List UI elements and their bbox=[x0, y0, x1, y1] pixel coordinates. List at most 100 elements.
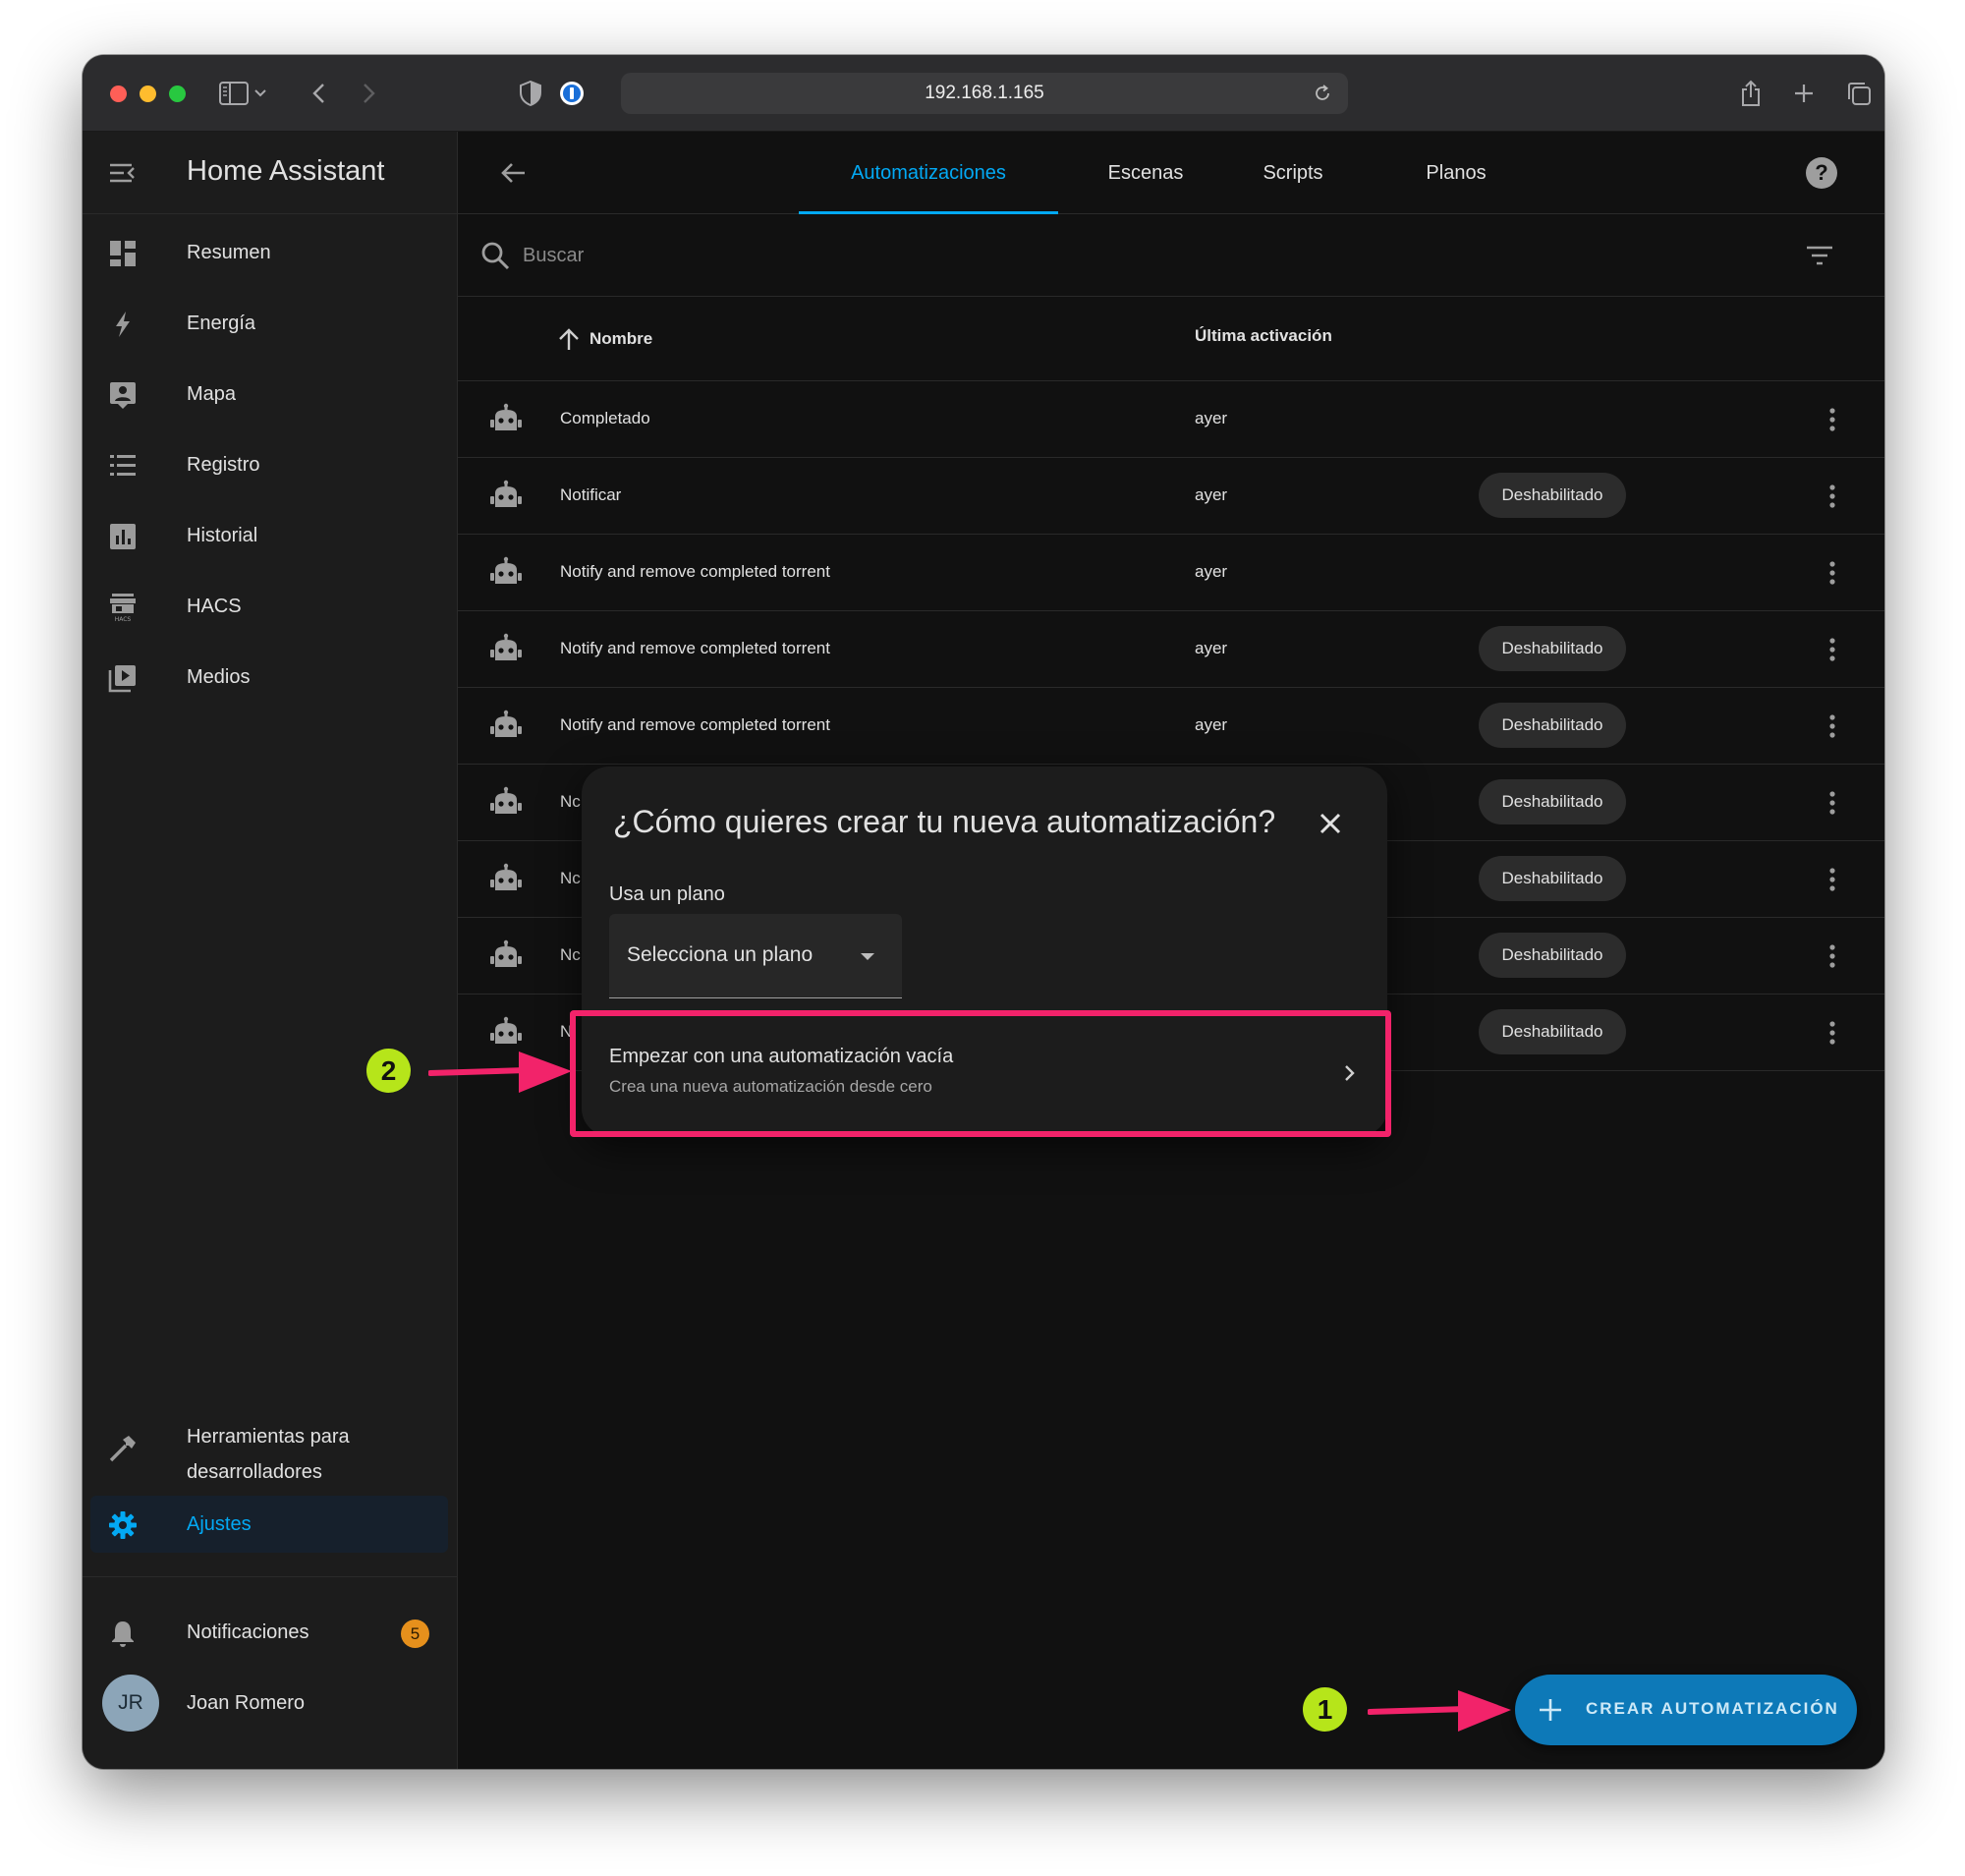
sidebar-item-developer-tools[interactable]: Herramientas para desarrolladores bbox=[90, 1407, 448, 1490]
automation-name: Notificar bbox=[560, 485, 622, 504]
table-row[interactable]: Completado ayer bbox=[458, 381, 1884, 458]
sidebar-item-ajustes[interactable]: Ajustes bbox=[90, 1496, 448, 1553]
last-triggered: ayer bbox=[1195, 485, 1228, 504]
last-triggered: ayer bbox=[1195, 639, 1228, 657]
automation-name: Nc bbox=[560, 792, 581, 811]
step-badge-1: 1 bbox=[1303, 1687, 1347, 1732]
status-badge: Deshabilitado bbox=[1479, 933, 1626, 978]
robot-icon bbox=[489, 480, 523, 513]
table-row[interactable]: Notificar ayer Deshabilitado bbox=[458, 458, 1884, 535]
search-input[interactable] bbox=[523, 236, 1407, 275]
more-vertical-icon[interactable] bbox=[1819, 483, 1846, 510]
filter-icon[interactable] bbox=[1804, 240, 1835, 271]
tab-automatizaciones[interactable]: Automatizaciones bbox=[799, 132, 1058, 214]
help-icon[interactable]: ? bbox=[1806, 157, 1837, 189]
more-vertical-icon[interactable] bbox=[1819, 1019, 1846, 1047]
lightning-icon bbox=[108, 310, 138, 339]
more-vertical-icon[interactable] bbox=[1819, 636, 1846, 663]
column-header-nombre[interactable]: Nombre bbox=[556, 326, 652, 352]
list-icon bbox=[108, 451, 138, 481]
sidebar-divider bbox=[83, 1576, 458, 1577]
highlight-box bbox=[570, 1010, 1391, 1137]
sidebar-item-label: Registro bbox=[187, 453, 260, 476]
browser-toolbar: 192.168.1.165 bbox=[83, 55, 1884, 132]
dialog-title: ¿Cómo quieres crear tu nueva automatizac… bbox=[613, 804, 1276, 839]
sidebar-item-profile[interactable]: JR Joan Romero bbox=[90, 1675, 448, 1732]
blueprint-select[interactable]: Selecciona un plano bbox=[609, 914, 902, 998]
sidebar-item-mapa[interactable]: Mapa bbox=[90, 366, 448, 423]
hammer-icon bbox=[108, 1434, 138, 1463]
more-vertical-icon[interactable] bbox=[1819, 866, 1846, 893]
tab-escenas[interactable]: Escenas bbox=[1077, 132, 1214, 214]
shield-icon[interactable] bbox=[513, 76, 548, 111]
sidebar-item-medios[interactable]: Medios bbox=[90, 649, 448, 706]
sidebar-item-label: Notificaciones bbox=[187, 1620, 309, 1643]
column-label: Última activación bbox=[1195, 326, 1332, 345]
status-badge: Deshabilitado bbox=[1479, 626, 1626, 671]
automation-name: Notify and remove completed torrent bbox=[560, 715, 830, 734]
notifications-count-badge: 5 bbox=[401, 1620, 429, 1648]
search-icon bbox=[479, 240, 511, 271]
address-bar[interactable]: 192.168.1.165 bbox=[621, 73, 1348, 114]
last-triggered: ayer bbox=[1195, 562, 1228, 581]
new-tab-icon[interactable] bbox=[1786, 76, 1822, 111]
sidebar-item-label: Herramientas para desarrolladores bbox=[187, 1419, 350, 1490]
sidebar: Home Assistant Resumen Energía Mapa Regi… bbox=[83, 132, 458, 1769]
robot-icon bbox=[489, 939, 523, 973]
map-account-icon bbox=[108, 380, 138, 410]
reload-icon[interactable] bbox=[1307, 78, 1338, 109]
step-badge-2: 2 bbox=[366, 1049, 411, 1093]
create-automation-label: CREAR AUTOMATIZACIÓN bbox=[1586, 1699, 1839, 1718]
sidebar-item-label: HACS bbox=[187, 595, 242, 617]
minimize-window-button[interactable] bbox=[140, 85, 156, 102]
sidebar-item-label: Resumen bbox=[187, 241, 271, 263]
sidebar-item-hacs[interactable]: HACS HACS bbox=[90, 578, 448, 635]
sidebar-item-label: Mapa bbox=[187, 382, 237, 405]
more-vertical-icon[interactable] bbox=[1819, 942, 1846, 970]
share-icon[interactable] bbox=[1733, 76, 1768, 111]
url-text: 192.168.1.165 bbox=[925, 83, 1044, 103]
sidebar-toggle-icon[interactable] bbox=[216, 76, 252, 111]
chevron-down-icon[interactable] bbox=[250, 76, 271, 111]
column-header-ultima-activacion[interactable]: Última activación bbox=[1195, 326, 1332, 346]
table-row[interactable]: Notify and remove completed torrent ayer bbox=[458, 535, 1884, 611]
avatar: JR bbox=[102, 1675, 159, 1732]
menu-collapse-icon[interactable] bbox=[104, 155, 140, 191]
arrow-left-icon[interactable] bbox=[497, 157, 529, 189]
back-nav-icon[interactable] bbox=[301, 76, 336, 111]
sidebar-item-historial[interactable]: Historial bbox=[90, 507, 448, 564]
sidebar-item-registro[interactable]: Registro bbox=[90, 436, 448, 493]
more-vertical-icon[interactable] bbox=[1819, 789, 1846, 817]
close-window-button[interactable] bbox=[110, 85, 127, 102]
svg-text:HACS: HACS bbox=[115, 616, 132, 622]
more-vertical-icon[interactable] bbox=[1819, 406, 1846, 433]
arrow-annotation-2 bbox=[428, 1052, 572, 1093]
create-automation-button[interactable]: CREAR AUTOMATIZACIÓN bbox=[1515, 1675, 1857, 1745]
tab-planos[interactable]: Planos bbox=[1377, 132, 1535, 214]
maximize-window-button[interactable] bbox=[169, 85, 186, 102]
table-row[interactable]: Notify and remove completed torrent ayer D… bbox=[458, 611, 1884, 688]
forward-nav-icon[interactable] bbox=[352, 76, 387, 111]
status-badge: Deshabilitado bbox=[1479, 473, 1626, 518]
close-icon[interactable] bbox=[1313, 806, 1348, 841]
more-vertical-icon[interactable] bbox=[1819, 559, 1846, 587]
tab-scripts[interactable]: Scripts bbox=[1224, 132, 1362, 214]
automation-name: Notify and remove completed torrent bbox=[560, 639, 830, 657]
status-badge: Deshabilitado bbox=[1479, 1009, 1626, 1054]
sidebar-header: Home Assistant bbox=[83, 132, 458, 214]
sidebar-item-energia[interactable]: Energía bbox=[90, 295, 448, 352]
sidebar-item-label: Energía bbox=[187, 312, 256, 334]
more-vertical-icon[interactable] bbox=[1819, 712, 1846, 740]
status-badge: Deshabilitado bbox=[1479, 856, 1626, 901]
password-manager-icon[interactable] bbox=[554, 76, 590, 111]
arrow-up-icon bbox=[556, 326, 582, 352]
sidebar-item-resumen[interactable]: Resumen bbox=[90, 224, 448, 281]
automation-name: Nc bbox=[560, 945, 581, 964]
last-triggered: ayer bbox=[1195, 409, 1228, 427]
table-row[interactable]: Notify and remove completed torrent ayer D… bbox=[458, 688, 1884, 765]
sidebar-item-notificaciones[interactable]: Notificaciones 5 bbox=[90, 1604, 448, 1661]
plus-icon bbox=[1535, 1694, 1566, 1726]
table-header: Nombre Última activación bbox=[458, 297, 1884, 381]
tab-overview-icon[interactable] bbox=[1841, 76, 1877, 111]
robot-icon bbox=[489, 863, 523, 896]
